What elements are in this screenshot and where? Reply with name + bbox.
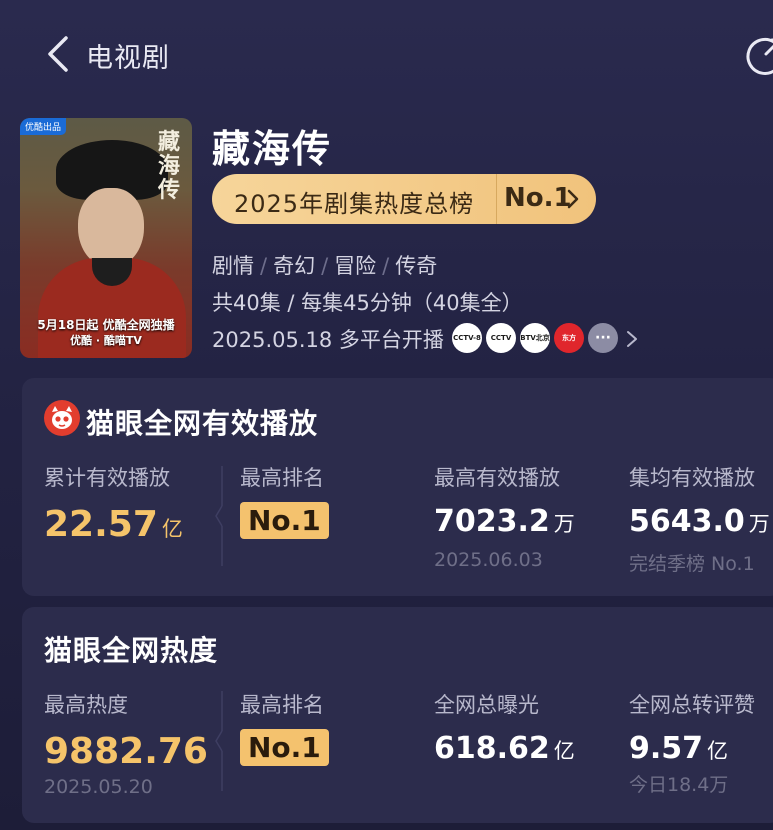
stat-date: 2025.06.03 [434, 549, 543, 571]
stat-value: 618.62 亿 [434, 731, 575, 766]
stat-value: 22.57 亿 [44, 504, 183, 545]
genre-list: 剧情 / 奇幻 / 冒险 / 传奇 [212, 250, 437, 280]
total-engagement-stat: 全网总转评赞 9.57 亿 今日18.4万 [629, 689, 755, 797]
genre-tag: 剧情 [212, 254, 254, 278]
total-exposure-stat: 全网总曝光 618.62 亿 [434, 689, 575, 766]
stat-divider [215, 466, 223, 566]
genre-tag: 奇幻 [273, 254, 316, 278]
stat-value: 9.57 亿 [629, 731, 755, 766]
stat-label: 全网总转评赞 [629, 693, 755, 717]
heat-card-title: 猫眼全网热度 [44, 634, 219, 667]
genre-tag: 传奇 [395, 254, 438, 278]
heat-highest-rank-stat: 最高排名 No.1 [240, 689, 329, 766]
genre-separator: / [382, 254, 390, 278]
stat-number: 9882.76 [44, 731, 208, 772]
poster-logos-text: 优酷 · 酷喵TV [70, 334, 142, 347]
genre-tag: 冒险 [334, 254, 377, 278]
stat-unit: 万 [748, 512, 770, 536]
platforms-chevron-right-icon[interactable] [626, 330, 638, 348]
rank-pill-label: 2025年剧集热度总榜 [234, 190, 475, 218]
poster-date-text: 5月18日起 优酷全网独播 [37, 318, 175, 332]
genre-separator: / [321, 254, 329, 278]
stat-label: 最高有效播放 [434, 466, 560, 490]
share-icon[interactable] [744, 34, 773, 76]
maoyan-cat-icon [44, 400, 80, 436]
stat-unit: 万 [553, 512, 575, 536]
heat-stats-card[interactable]: 猫眼全网热度 最高热度 9882.76 2025.05.20 最高排名 No.1… [22, 607, 773, 823]
cctv8-logo-icon: CCTV-8 [452, 323, 482, 353]
rank-badge: No.1 [240, 729, 329, 766]
rank-pill-value: No.1 [504, 183, 572, 213]
avg-episode-playback-stat: 集均有效播放 5643.0 万 完结季榜 No.1 [629, 462, 770, 576]
stat-unit: 亿 [707, 739, 729, 763]
playback-stats-card[interactable]: 猫眼全网有效播放 累计有效播放 22.57 亿 最高排名 No.1 最高有效播放 … [22, 378, 773, 596]
highest-rank-stat: 最高排名 No.1 [240, 462, 329, 539]
stat-label: 集均有效播放 [629, 466, 755, 490]
stat-divider [215, 691, 223, 791]
stat-number: 5643.0 [629, 504, 745, 539]
stat-value: 7023.2 万 [434, 504, 575, 539]
stat-label: 全网总曝光 [434, 693, 539, 717]
stat-note: 完结季榜 No.1 [629, 553, 755, 575]
show-title: 藏海传 [212, 127, 333, 171]
show-poster[interactable]: 优酷出品 藏海传 5月18日起 优酷全网独播 优酷 · 酷喵TV [20, 118, 192, 358]
rank-badge: No.1 [240, 502, 329, 539]
stat-label: 最高排名 [240, 693, 324, 717]
more-platforms-icon: ··· [588, 323, 618, 353]
peak-heat-stat: 最高热度 9882.76 2025.05.20 [44, 689, 208, 798]
total-playback-stat: 累计有效播放 22.57 亿 [44, 462, 183, 545]
stat-label: 最高排名 [240, 466, 324, 490]
btv-logo-icon: BTV北京 [520, 323, 550, 353]
genre-separator: / [260, 254, 268, 278]
stat-label: 最高热度 [44, 693, 128, 717]
top-bar: 电视剧 [0, 0, 773, 100]
peak-playback-stat: 最高有效播放 7023.2 万 2025.06.03 [434, 462, 575, 571]
playback-card-title: 猫眼全网有效播放 [86, 407, 319, 440]
stat-number: 618.62 [434, 731, 550, 766]
stat-number: 9.57 [629, 731, 704, 766]
poster-vertical-title: 藏海传 [158, 129, 181, 203]
stat-number: 7023.2 [434, 504, 550, 539]
stat-unit: 亿 [553, 739, 575, 763]
stat-value: 5643.0 万 [629, 504, 770, 539]
airing-info: 2025.05.18 多平台开播 [212, 328, 444, 352]
stat-label: 累计有效播放 [44, 466, 170, 490]
poster-producer-tag: 优酷出品 [20, 118, 67, 135]
stat-number: 22.57 [44, 504, 158, 545]
dragon-tv-logo-icon: 东方 [554, 323, 584, 353]
page-title: 电视剧 [86, 43, 170, 74]
episode-info: 共40集 / 每集45分钟（40集全） [212, 291, 523, 315]
chevron-right-icon [567, 189, 579, 209]
stat-date: 2025.05.20 [44, 776, 153, 798]
rank-pill-divider [496, 174, 497, 224]
back-arrow-icon[interactable] [44, 34, 74, 74]
stat-value: 9882.76 [44, 731, 208, 772]
cctv-logo-icon: CCTV [486, 323, 516, 353]
stat-note: 今日18.4万 [629, 774, 729, 796]
poster-face-shape [78, 188, 144, 268]
stat-unit: 亿 [161, 517, 183, 541]
heat-rank-pill[interactable]: 2025年剧集热度总榜 No.1 [212, 174, 596, 224]
